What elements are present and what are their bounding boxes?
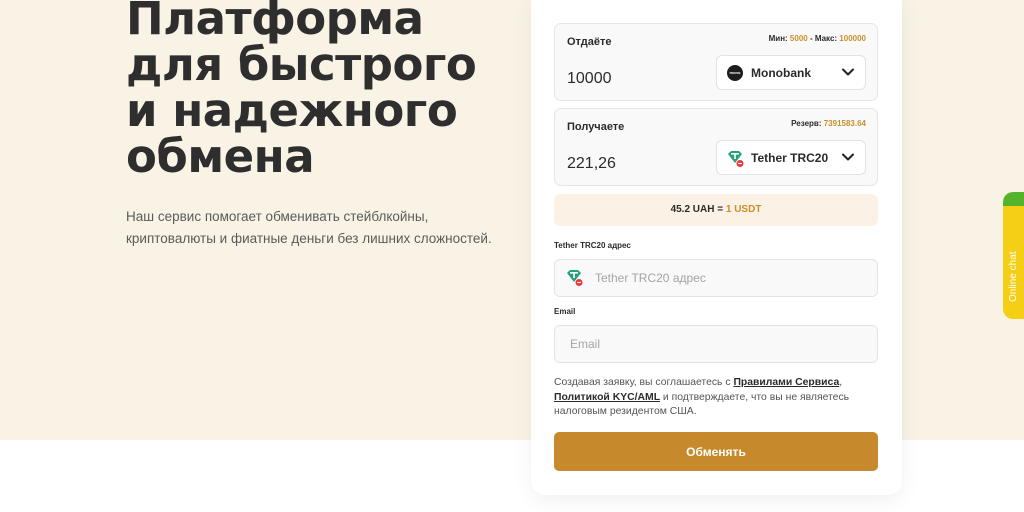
max-value: 100000 <box>839 34 866 43</box>
hero-title-line: для быстрого <box>126 38 477 91</box>
hero-title-line: обмена <box>126 130 315 183</box>
hero-title: Платформа для быстрого и надежного обмен… <box>126 0 526 180</box>
give-panel: Отдаёте Мин: 5000 - Макс: 100000 10000 m… <box>554 23 878 101</box>
email-label: Email <box>554 307 576 316</box>
give-amount-input[interactable]: 10000 <box>567 70 612 88</box>
min-label: Мин: <box>768 34 788 43</box>
give-limits: Мин: 5000 - Макс: 100000 <box>769 34 866 43</box>
hero-description: Наш сервис помогает обменивать стейблкой… <box>126 206 506 250</box>
consent-text: Создавая заявку, вы соглашаетесь с Прави… <box>554 376 878 420</box>
consent-comma: , <box>839 377 843 388</box>
give-currency-select[interactable]: mono Monobank <box>716 55 866 90</box>
get-currency-name: Tether TRC20 <box>751 151 829 165</box>
email-input[interactable] <box>554 325 878 363</box>
get-label: Получаете <box>567 121 625 133</box>
rate-to: 1 USDT <box>725 204 762 215</box>
get-amount-value[interactable]: 221,26 <box>567 155 616 173</box>
hero-description-line: криптовалюты и фиатные деньги без лишних… <box>126 231 492 246</box>
exchange-form-card: Отдаёте Мин: 5000 - Макс: 100000 10000 m… <box>531 0 902 495</box>
limits-separator: - <box>807 34 815 43</box>
reserve-value: 7391583.64 <box>823 119 866 128</box>
give-currency-name: Monobank <box>751 66 811 80</box>
tether-icon <box>567 270 583 286</box>
rate-from: 45.2 UAH = <box>670 204 724 215</box>
get-currency-select[interactable]: Tether TRC20 <box>716 140 866 175</box>
reserve-info: Резерв: 7391583.64 <box>791 119 866 128</box>
min-value: 5000 <box>789 34 808 43</box>
reserve-label: Резерв: <box>791 119 822 128</box>
hero-title-line: Платформа <box>126 0 424 45</box>
exchange-button[interactable]: Обменять <box>554 432 878 471</box>
online-chat-label: Online chat <box>1008 251 1019 302</box>
exchange-rate: 45.2 UAH = 1 USDT <box>554 194 878 226</box>
max-label: Макс: <box>814 34 838 43</box>
address-input[interactable] <box>554 259 878 297</box>
hero-description-line: Наш сервис помогает обменивать стейблкой… <box>126 209 429 224</box>
get-panel: Получаете Резерв: 7391583.64 221,26 Teth… <box>554 108 878 186</box>
monobank-logo-icon: mono <box>727 65 743 81</box>
chevron-down-icon <box>842 68 854 76</box>
consent-prefix: Создавая заявку, вы соглашаетесь с <box>554 377 734 388</box>
chevron-down-icon <box>842 153 854 161</box>
service-rules-link[interactable]: Правилами Сервиса <box>733 377 839 388</box>
kyc-aml-link[interactable]: Политикой KYC/AML <box>554 392 660 403</box>
hero-title-line: и надежного <box>126 84 458 137</box>
give-label: Отдаёте <box>567 36 612 48</box>
chat-leaf-icon <box>1003 192 1024 206</box>
tether-icon <box>728 151 744 167</box>
address-label: Tether TRC20 адрес <box>554 241 631 250</box>
online-chat-tab[interactable]: Online chat <box>1003 192 1024 319</box>
